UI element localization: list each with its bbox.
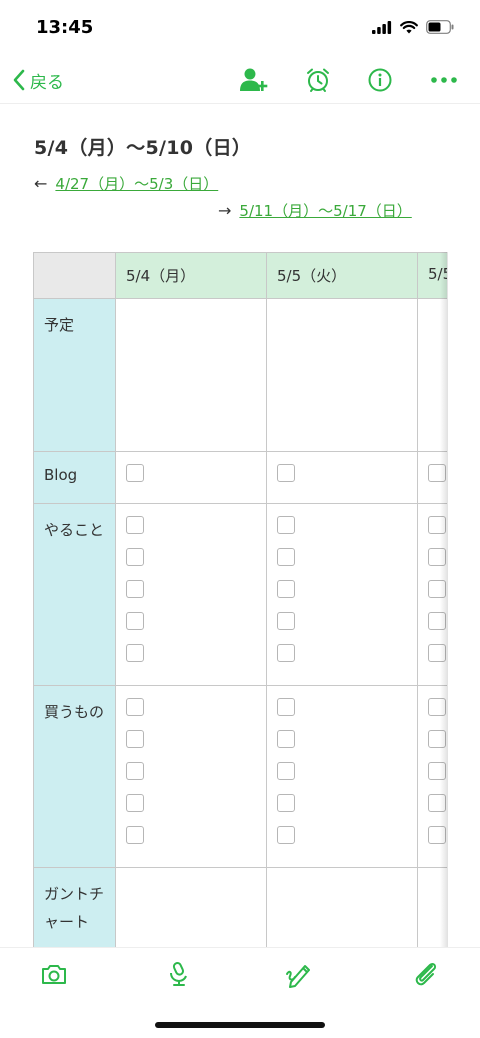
- status-bar: 13:45: [0, 0, 480, 56]
- camera-button[interactable]: [38, 958, 70, 990]
- table-cell[interactable]: [266, 867, 418, 947]
- alarm-icon: [307, 68, 329, 92]
- day-header[interactable]: 5/5（火）: [266, 252, 418, 299]
- chevron-left-icon: [13, 69, 25, 91]
- share-button[interactable]: [236, 62, 272, 98]
- table-cell[interactable]: [115, 503, 267, 686]
- audio-button[interactable]: [162, 958, 194, 990]
- wifi-icon: [400, 20, 418, 33]
- checkbox[interactable]: [126, 826, 144, 844]
- more-button[interactable]: [426, 62, 462, 98]
- sketch-button[interactable]: [284, 958, 316, 990]
- table-header-row: 5/4（月） 5/5（火） 5/5: [33, 252, 447, 299]
- navigation-bar: 戻る: [0, 56, 480, 104]
- checkbox[interactable]: [126, 794, 144, 812]
- row-label-gantt[interactable]: ガントチャート: [33, 867, 116, 947]
- table-row-kaimono: 買うもの: [33, 685, 447, 868]
- note-content[interactable]: 5/4（月）〜5/10（日） ← 4/27（月）〜5/3（日） → 5/11（月…: [0, 105, 480, 947]
- checkbox[interactable]: [277, 826, 295, 844]
- microphone-icon: [170, 962, 187, 986]
- left-arrow-icon: ←: [34, 174, 48, 193]
- table-row-blog: Blog: [33, 451, 447, 504]
- paperclip-icon: [415, 962, 437, 986]
- checkbox[interactable]: [277, 464, 295, 482]
- status-icons: [372, 20, 454, 34]
- table-row-gantt: ガントチャート: [33, 867, 447, 947]
- row-label-blog[interactable]: Blog: [33, 451, 116, 504]
- add-user-icon: [240, 68, 268, 91]
- row-label-yarukoto[interactable]: やること: [33, 503, 116, 686]
- battery-icon: [426, 20, 454, 34]
- table-row-yotei: 予定: [33, 298, 447, 452]
- table-cell[interactable]: [115, 451, 267, 504]
- table-cell[interactable]: [115, 298, 267, 452]
- attach-button[interactable]: [410, 958, 442, 990]
- bottom-toolbar: [0, 947, 480, 999]
- prev-week-link[interactable]: 4/27（月）〜5/3（日）: [55, 173, 218, 194]
- checkbox[interactable]: [126, 698, 144, 716]
- status-time: 13:45: [36, 17, 94, 38]
- table-row-yarukoto: やること: [33, 503, 447, 686]
- checkbox[interactable]: [126, 762, 144, 780]
- row-label-kaimono[interactable]: 買うもの: [33, 685, 116, 868]
- next-week-link[interactable]: 5/11（月）〜5/17（日）: [239, 200, 411, 221]
- page-title: 5/4（月）〜5/10（日）: [34, 137, 252, 159]
- table-cell[interactable]: [266, 451, 418, 504]
- checkbox[interactable]: [277, 698, 295, 716]
- scroll-edge-shadow: [440, 252, 448, 947]
- info-icon: [368, 68, 392, 92]
- reminder-button[interactable]: [300, 62, 336, 98]
- table-cell[interactable]: [266, 685, 418, 868]
- checkbox[interactable]: [126, 730, 144, 748]
- checkbox[interactable]: [126, 612, 144, 630]
- checkbox[interactable]: [277, 794, 295, 812]
- day-header[interactable]: 5/4（月）: [115, 252, 267, 299]
- prev-week-row: ← 4/27（月）〜5/3（日）: [34, 173, 218, 194]
- checkbox[interactable]: [126, 548, 144, 566]
- checkbox[interactable]: [277, 612, 295, 630]
- checkbox[interactable]: [277, 580, 295, 598]
- next-week-row: → 5/11（月）〜5/17（日）: [218, 200, 412, 221]
- checkbox[interactable]: [277, 730, 295, 748]
- row-label-yotei[interactable]: 予定: [33, 298, 116, 452]
- right-arrow-icon: →: [218, 201, 232, 220]
- schedule-table: 5/4（月） 5/5（火） 5/5 予定 Blog やること: [33, 252, 447, 947]
- checkbox[interactable]: [277, 548, 295, 566]
- camera-icon: [42, 965, 66, 984]
- checkbox[interactable]: [277, 516, 295, 534]
- home-indicator: [155, 1022, 325, 1028]
- checkbox[interactable]: [277, 762, 295, 780]
- pen-icon: [286, 965, 310, 988]
- checkbox[interactable]: [126, 516, 144, 534]
- checkbox[interactable]: [126, 644, 144, 662]
- signal-icon: [372, 20, 392, 34]
- table-cell[interactable]: [266, 503, 418, 686]
- weekly-table[interactable]: 5/4（月） 5/5（火） 5/5 予定 Blog やること: [33, 252, 447, 947]
- checkbox[interactable]: [126, 464, 144, 482]
- more-icon: [431, 77, 457, 83]
- checkbox[interactable]: [277, 644, 295, 662]
- back-label: 戻る: [30, 72, 64, 93]
- corner-cell: [33, 252, 116, 299]
- table-cell[interactable]: [266, 298, 418, 452]
- checkbox[interactable]: [126, 580, 144, 598]
- info-button[interactable]: [362, 62, 398, 98]
- back-button[interactable]: 戻る: [12, 62, 64, 98]
- table-cell[interactable]: [115, 685, 267, 868]
- table-cell[interactable]: [115, 867, 267, 947]
